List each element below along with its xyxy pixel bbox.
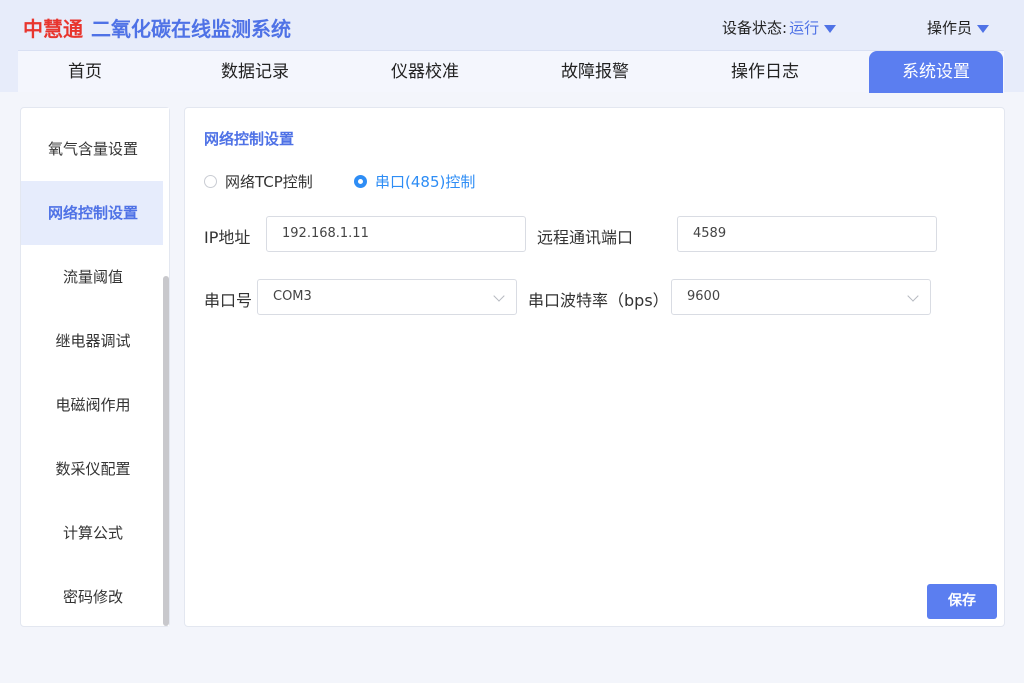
- nav-tab-data-records[interactable]: 数据记录: [188, 51, 322, 93]
- serial-port-label: 串口号: [204, 291, 253, 310]
- settings-sidebar: 氧气含量设置 网络控制设置 流量阈值 继电器调试 电磁阀作用 数采仪配置 计算公…: [20, 107, 170, 627]
- remote-port-field[interactable]: 4589: [677, 216, 937, 252]
- caret-down-icon: [824, 24, 837, 33]
- serial-port-select[interactable]: COM3: [257, 279, 517, 315]
- nav-tab-calibration[interactable]: 仪器校准: [358, 51, 492, 93]
- caret-down-icon: [977, 24, 990, 33]
- system-title: 二氧化碳在线监测系统: [91, 17, 291, 41]
- operator-label: 操作员: [927, 19, 973, 37]
- radio-checked-icon: [354, 175, 367, 188]
- sidebar-item-relay-debug[interactable]: 继电器调试: [21, 309, 165, 373]
- sidebar-item-data-acquisition[interactable]: 数采仪配置: [21, 437, 165, 501]
- remote-port-label: 远程通讯端口: [537, 228, 634, 247]
- network-settings-panel: 网络控制设置 网络TCP控制 串口(485)控制 IP地址 192.168.1.…: [184, 107, 1005, 627]
- baud-rate-label: 串口波特率（bps）: [528, 291, 669, 310]
- panel-title: 网络控制设置: [204, 130, 295, 148]
- radio-serial-control[interactable]: 串口(485)控制: [354, 171, 475, 192]
- chevron-down-icon: [493, 290, 505, 302]
- nav-tab-fault-alarm[interactable]: 故障报警: [528, 51, 662, 93]
- radio-unchecked-icon: [204, 175, 217, 188]
- device-status-value: 运行: [789, 19, 820, 37]
- serial-port-value: COM3: [273, 289, 312, 304]
- sidebar-item-network-control[interactable]: 网络控制设置: [21, 181, 165, 245]
- nav-tab-system-settings[interactable]: 系统设置: [869, 51, 1003, 93]
- brand: 中慧通 二氧化碳在线监测系统: [23, 13, 291, 42]
- sidebar-item-flow-threshold[interactable]: 流量阈值: [21, 245, 165, 309]
- nav-tab-home[interactable]: 首页: [18, 51, 152, 93]
- sidebar-item-formula[interactable]: 计算公式: [21, 501, 165, 565]
- ip-address-field[interactable]: 192.168.1.11: [266, 216, 526, 252]
- baud-rate-select[interactable]: 9600: [671, 279, 931, 315]
- brand-logo-text: 中慧通: [23, 17, 83, 41]
- ip-address-label: IP地址: [204, 228, 251, 247]
- sidebar-item-password[interactable]: 密码修改: [21, 565, 165, 629]
- device-status-label: 设备状态:: [722, 19, 788, 37]
- sidebar-item-oxygen[interactable]: 氧气含量设置: [21, 117, 165, 181]
- radio-serial-label: 串口(485)控制: [375, 173, 476, 191]
- top-header: 中慧通 二氧化碳在线监测系统 设备状态: 运行 操作员 首页 数据记录 仪器校准 故…: [0, 0, 1024, 93]
- radio-tcp-control[interactable]: 网络TCP控制: [204, 171, 313, 192]
- save-button[interactable]: 保存: [927, 584, 997, 619]
- radio-tcp-label: 网络TCP控制: [225, 173, 313, 191]
- sidebar-scrollbar-thumb[interactable]: [163, 276, 169, 626]
- device-status[interactable]: 设备状态: 运行: [722, 17, 837, 38]
- operator-menu[interactable]: 操作员: [927, 17, 990, 38]
- chevron-down-icon: [907, 290, 919, 302]
- sidebar-item-solenoid-valve[interactable]: 电磁阀作用: [21, 373, 165, 437]
- nav-tab-operation-log[interactable]: 操作日志: [698, 51, 832, 93]
- main-nav: 首页 数据记录 仪器校准 故障报警 操作日志 系统设置: [18, 50, 1004, 93]
- baud-rate-value: 9600: [687, 289, 721, 304]
